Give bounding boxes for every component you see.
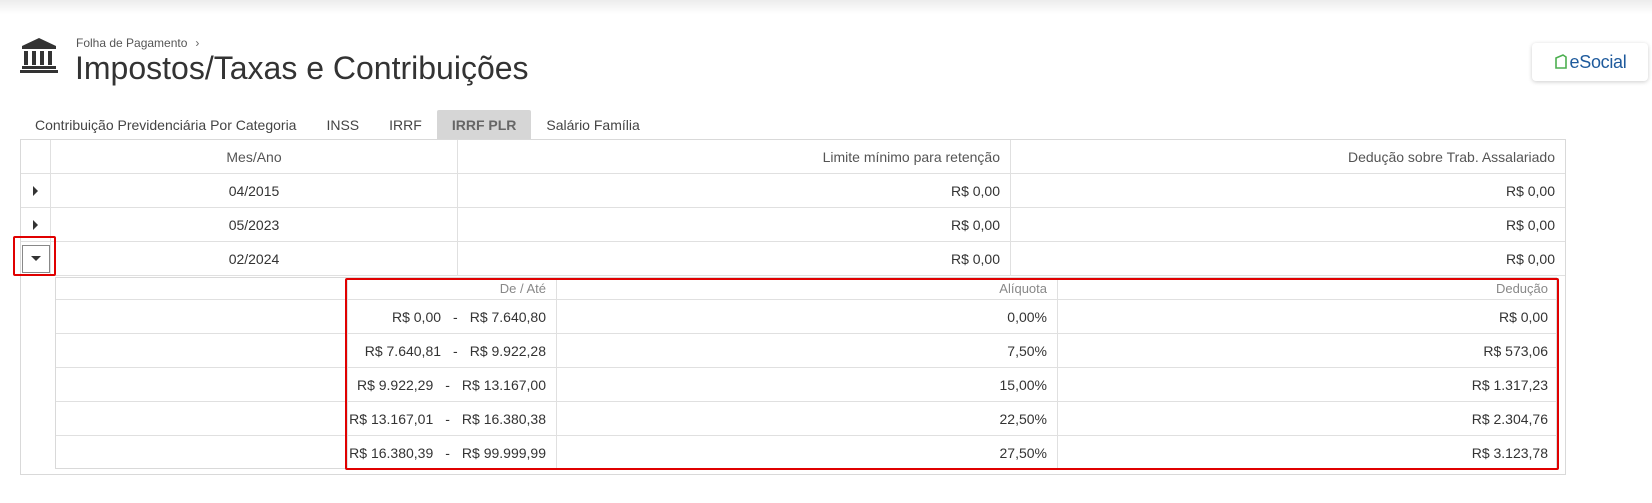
- breadcrumb-link[interactable]: Folha de Pagamento: [76, 36, 187, 50]
- tab-contribuicao-previdenciaria[interactable]: Contribuição Previdenciária Por Categori…: [20, 110, 311, 140]
- table-row[interactable]: 02/2024 R$ 0,00 R$ 0,00: [21, 242, 1565, 276]
- tab-inss[interactable]: INSS: [311, 110, 374, 140]
- column-header-mes-ano[interactable]: Mes/Ano: [51, 140, 458, 173]
- detail-blank-cell: [56, 436, 348, 470]
- cell-limite: R$ 0,00: [458, 208, 1011, 241]
- cell-deducao: R$ 0,00: [1505, 250, 1555, 267]
- top-shadow-bar: [0, 0, 1652, 14]
- chevron-right-icon: ›: [195, 36, 200, 50]
- esocial-button[interactable]: eSocial: [1532, 43, 1648, 81]
- detail-blank-cell: [56, 402, 348, 435]
- cell-mes-ano: 02/2024: [51, 242, 458, 275]
- detail-blank-cell: [56, 300, 348, 333]
- highlight-box-expand: [13, 236, 56, 276]
- cell-limite: R$ 0,00: [458, 174, 1011, 207]
- caret-right-icon: [33, 219, 38, 230]
- grid-header-row: Mes/Ano Limite mínimo para retenção Dedu…: [21, 140, 1565, 174]
- expand-column-header: [21, 140, 51, 173]
- detail-blank-cell: [56, 368, 348, 401]
- breadcrumb: Folha de Pagamento ›: [76, 36, 199, 50]
- cell-mes-ano: 04/2015: [51, 174, 458, 207]
- table-row[interactable]: 04/2015 R$ 0,00 R$ 0,00: [21, 174, 1565, 208]
- cell-deducao: R$ 0,00: [1505, 182, 1555, 199]
- tab-salario-familia[interactable]: Salário Família: [531, 110, 654, 140]
- cell-limite: R$ 0,00: [458, 242, 1011, 275]
- esocial-label: eSocial: [1569, 51, 1627, 72]
- tab-irrf-plr[interactable]: IRRF PLR: [436, 110, 532, 140]
- page-title: Impostos/Taxas e Contribuições: [75, 50, 529, 86]
- cell-deducao: R$ 0,00: [1505, 216, 1555, 233]
- cell-mes-ano: 05/2023: [51, 208, 458, 241]
- table-row[interactable]: 05/2023 R$ 0,00 R$ 0,00: [21, 208, 1565, 242]
- column-header-deducao[interactable]: Dedução sobre Trab. Assalariado: [1011, 140, 1565, 173]
- esocial-logo-icon: [1554, 54, 1567, 69]
- detail-blank-column: [56, 278, 348, 299]
- expand-row-button[interactable]: [21, 174, 51, 207]
- column-header-limite[interactable]: Limite mínimo para retenção: [458, 140, 1011, 173]
- tab-bar: Contribuição Previdenciária Por Categori…: [20, 110, 655, 140]
- tab-irrf[interactable]: IRRF: [374, 110, 437, 140]
- caret-right-icon: [33, 185, 38, 196]
- bank-icon: [20, 38, 58, 73]
- detail-blank-cell: [56, 334, 348, 367]
- highlight-box-detail: [345, 278, 1559, 470]
